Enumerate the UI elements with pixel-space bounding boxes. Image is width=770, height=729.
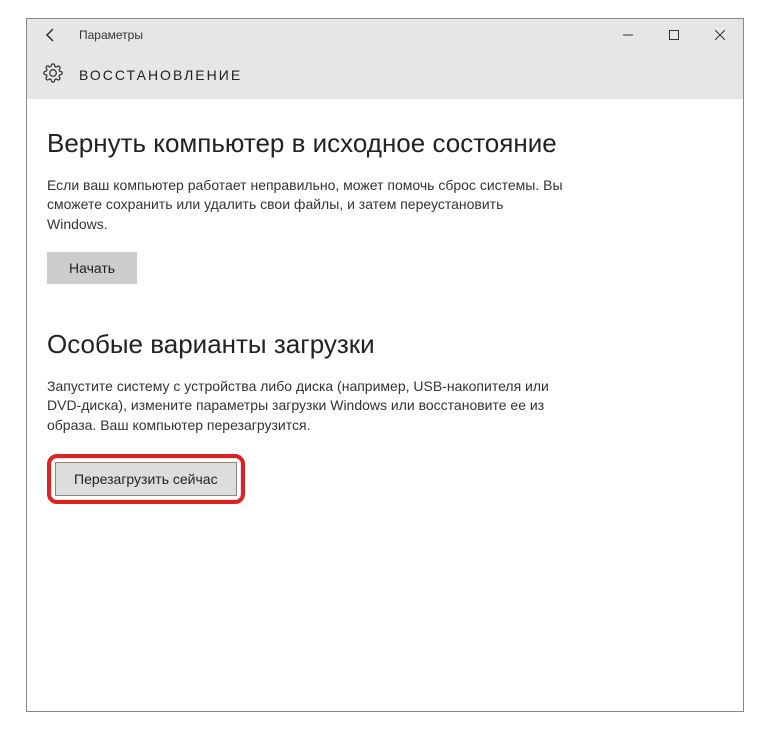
highlight-annotation: Перезагрузить сейчас xyxy=(47,454,245,504)
window-controls xyxy=(605,19,743,51)
reset-pc-heading: Вернуть компьютер в исходное состояние xyxy=(47,127,567,160)
window-title: Параметры xyxy=(79,28,143,42)
maximize-button[interactable] xyxy=(651,19,697,51)
advanced-startup-section: Особые варианты загрузки Запустите систе… xyxy=(47,328,567,503)
advanced-startup-description: Запустите систему с устройства либо диск… xyxy=(47,377,567,436)
reset-pc-description: Если ваш компьютер работает неправильно,… xyxy=(47,176,567,235)
gear-icon xyxy=(43,63,63,88)
reset-pc-section: Вернуть компьютер в исходное состояние Е… xyxy=(47,127,567,284)
titlebar: Параметры xyxy=(27,19,743,51)
page-title: ВОССТАНОВЛЕНИЕ xyxy=(79,67,242,83)
back-button[interactable] xyxy=(27,19,75,51)
minimize-button[interactable] xyxy=(605,19,651,51)
get-started-button[interactable]: Начать xyxy=(47,252,137,284)
close-button[interactable] xyxy=(697,19,743,51)
content-area: Вернуть компьютер в исходное состояние Е… xyxy=(27,99,743,576)
settings-window: Параметры ВОССТАНОВЛЕНИЕ Вернуть компьют… xyxy=(26,18,744,712)
restart-now-button[interactable]: Перезагрузить сейчас xyxy=(55,462,237,496)
page-header: ВОССТАНОВЛЕНИЕ xyxy=(27,51,743,99)
advanced-startup-heading: Особые варианты загрузки xyxy=(47,328,567,361)
